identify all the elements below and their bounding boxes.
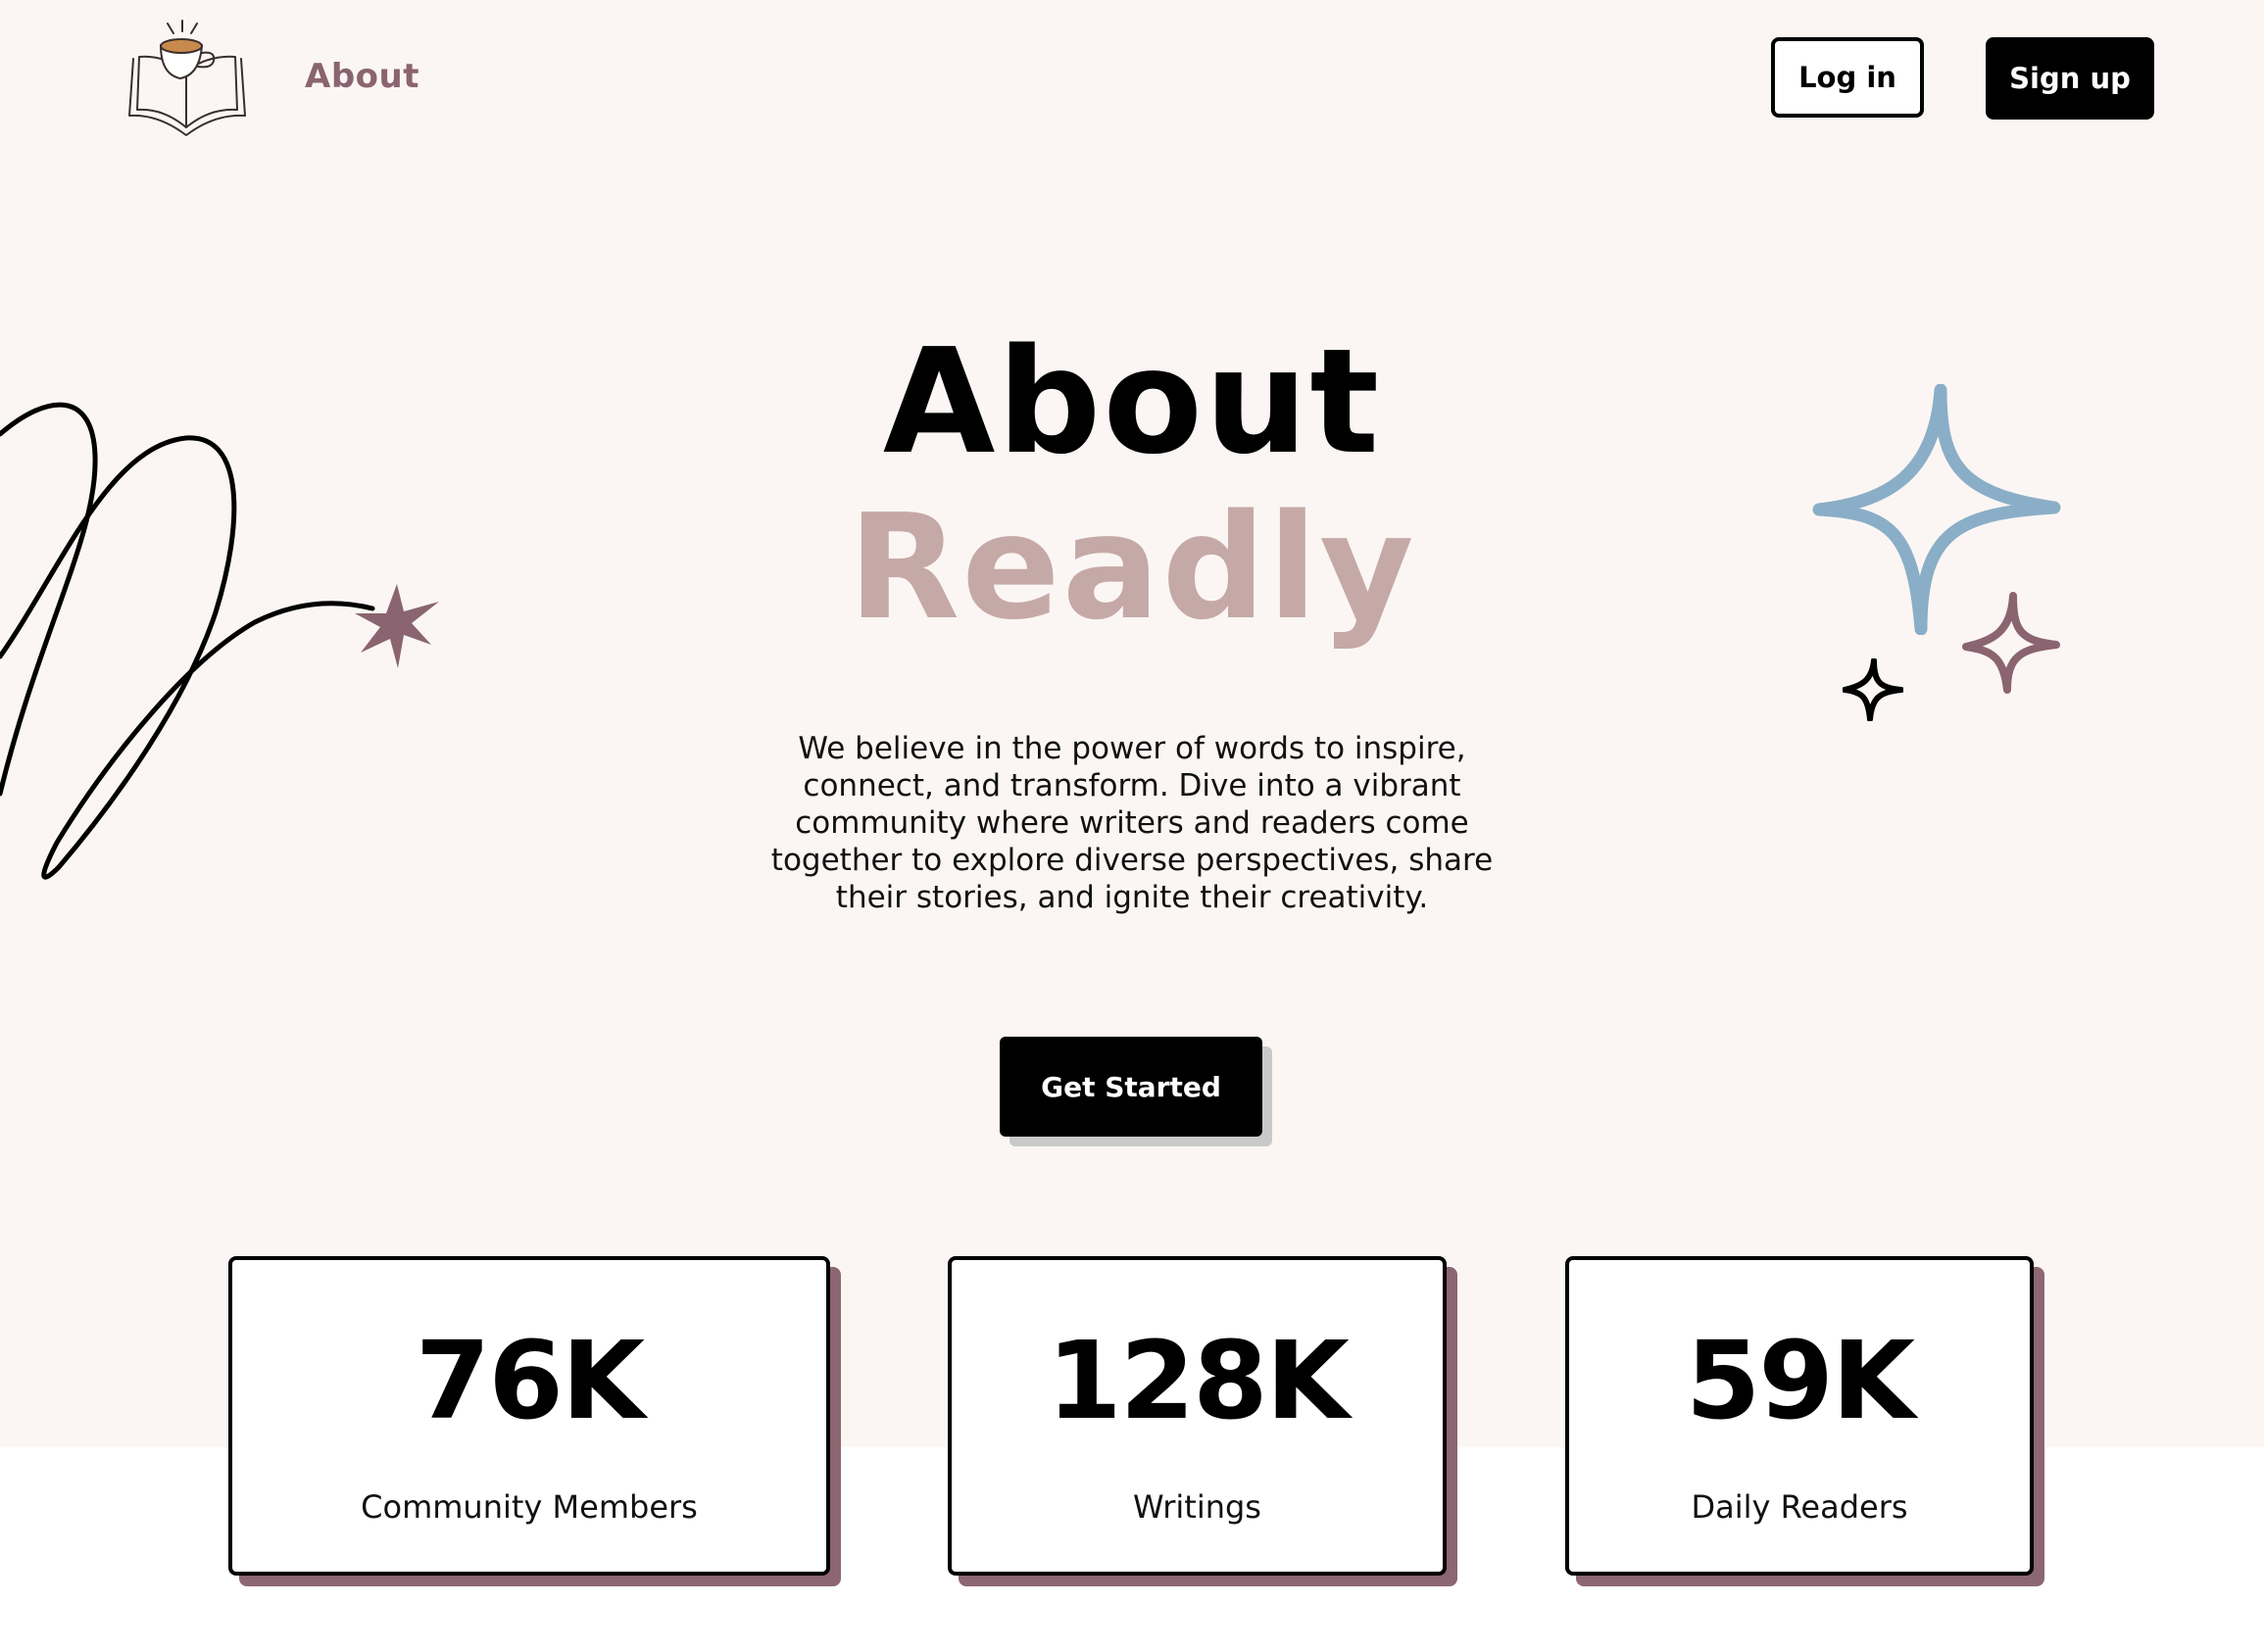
stat-label: Daily Readers bbox=[1691, 1488, 1908, 1526]
stat-value: 128K bbox=[1047, 1318, 1350, 1443]
brand-title: Readly bbox=[848, 483, 1416, 652]
book-coffee-icon[interactable] bbox=[123, 18, 249, 143]
sparkle-icon-small bbox=[1843, 658, 1903, 721]
nav-link-about[interactable]: About bbox=[305, 57, 419, 96]
page-title: About bbox=[882, 317, 1382, 486]
get-started-button[interactable]: Get Started bbox=[1000, 1037, 1262, 1137]
stat-card-daily-readers: 59K Daily Readers bbox=[1565, 1256, 2034, 1576]
stat-card-community-members: 76K Community Members bbox=[228, 1256, 830, 1576]
stat-card-writings: 128K Writings bbox=[948, 1256, 1447, 1576]
hero-description: We believe in the power of words to insp… bbox=[770, 731, 1494, 915]
signup-button[interactable]: Sign up bbox=[1986, 37, 2154, 120]
login-button[interactable]: Log in bbox=[1771, 37, 1924, 118]
stat-label: Community Members bbox=[361, 1488, 698, 1526]
stat-label: Writings bbox=[1133, 1488, 1261, 1526]
stat-value: 59K bbox=[1685, 1318, 1915, 1443]
stat-value: 76K bbox=[415, 1318, 645, 1443]
